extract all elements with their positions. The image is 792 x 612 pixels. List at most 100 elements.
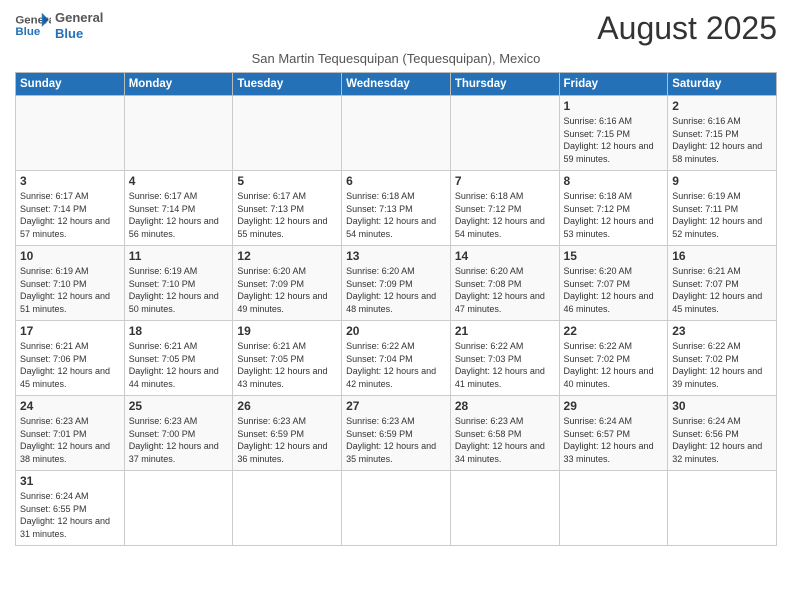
day-cell: 17Sunrise: 6:21 AM Sunset: 7:06 PM Dayli… bbox=[16, 321, 125, 396]
svg-text:Blue: Blue bbox=[15, 25, 40, 37]
day-number: 12 bbox=[237, 249, 337, 263]
day-number: 6 bbox=[346, 174, 446, 188]
day-info: Sunrise: 6:23 AM Sunset: 7:00 PM Dayligh… bbox=[129, 415, 229, 465]
day-number: 18 bbox=[129, 324, 229, 338]
day-info: Sunrise: 6:21 AM Sunset: 7:05 PM Dayligh… bbox=[129, 340, 229, 390]
day-number: 3 bbox=[20, 174, 120, 188]
day-info: Sunrise: 6:23 AM Sunset: 6:59 PM Dayligh… bbox=[346, 415, 446, 465]
week-row-1: 1 Sunrise: 6:16 AM Sunset: 7:15 PM Daylig… bbox=[16, 96, 777, 171]
day-cell: 6 Sunrise: 6:18 AM Sunset: 7:13 PM Daylig… bbox=[342, 171, 451, 246]
day-number: 16 bbox=[672, 249, 772, 263]
day-info: Sunrise: 6:22 AM Sunset: 7:03 PM Dayligh… bbox=[455, 340, 555, 390]
day-number: 23 bbox=[672, 324, 772, 338]
week-row-4: 17Sunrise: 6:21 AM Sunset: 7:06 PM Dayli… bbox=[16, 321, 777, 396]
day-cell bbox=[559, 471, 668, 546]
day-number: 21 bbox=[455, 324, 555, 338]
day-info: Sunrise: 6:19 AM Sunset: 7:11 PM Dayligh… bbox=[672, 190, 772, 240]
day-info: Sunrise: 6:22 AM Sunset: 7:02 PM Dayligh… bbox=[672, 340, 772, 390]
day-cell bbox=[124, 96, 233, 171]
day-cell: 28Sunrise: 6:23 AM Sunset: 6:58 PM Dayli… bbox=[450, 396, 559, 471]
day-number: 25 bbox=[129, 399, 229, 413]
day-cell: 20 Sunrise: 6:22 AM Sunset: 7:04 PM Dayli… bbox=[342, 321, 451, 396]
day-info: Sunrise: 6:20 AM Sunset: 7:09 PM Dayligh… bbox=[237, 265, 337, 315]
day-number: 24 bbox=[20, 399, 120, 413]
day-number: 1 bbox=[564, 99, 664, 113]
day-cell bbox=[342, 471, 451, 546]
logo-blue: Blue bbox=[55, 26, 103, 42]
day-info: Sunrise: 6:17 AM Sunset: 7:14 PM Dayligh… bbox=[20, 190, 120, 240]
day-info: Sunrise: 6:17 AM Sunset: 7:14 PM Dayligh… bbox=[129, 190, 229, 240]
day-info: Sunrise: 6:24 AM Sunset: 6:57 PM Dayligh… bbox=[564, 415, 664, 465]
day-cell: 30Sunrise: 6:24 AM Sunset: 6:56 PM Dayli… bbox=[668, 396, 777, 471]
day-number: 31 bbox=[20, 474, 120, 488]
weekday-wednesday: Wednesday bbox=[342, 73, 451, 96]
day-info: Sunrise: 6:18 AM Sunset: 7:12 PM Dayligh… bbox=[564, 190, 664, 240]
day-info: Sunrise: 6:23 AM Sunset: 6:59 PM Dayligh… bbox=[237, 415, 337, 465]
day-info: Sunrise: 6:21 AM Sunset: 7:06 PM Dayligh… bbox=[20, 340, 120, 390]
day-cell: 23 Sunrise: 6:22 AM Sunset: 7:02 PM Dayli… bbox=[668, 321, 777, 396]
day-info: Sunrise: 6:20 AM Sunset: 7:08 PM Dayligh… bbox=[455, 265, 555, 315]
day-cell bbox=[450, 471, 559, 546]
day-info: Sunrise: 6:23 AM Sunset: 7:01 PM Dayligh… bbox=[20, 415, 120, 465]
weekday-tuesday: Tuesday bbox=[233, 73, 342, 96]
day-number: 22 bbox=[564, 324, 664, 338]
weekday-header-row: SundayMondayTuesdayWednesdayThursdayFrid… bbox=[16, 73, 777, 96]
day-cell: 25 Sunrise: 6:23 AM Sunset: 7:00 PM Dayli… bbox=[124, 396, 233, 471]
day-number: 2 bbox=[672, 99, 772, 113]
day-info: Sunrise: 6:20 AM Sunset: 7:07 PM Dayligh… bbox=[564, 265, 664, 315]
day-cell: 18 Sunrise: 6:21 AM Sunset: 7:05 PM Dayli… bbox=[124, 321, 233, 396]
day-cell bbox=[342, 96, 451, 171]
weekday-sunday: Sunday bbox=[16, 73, 125, 96]
day-cell: 16 Sunrise: 6:21 AM Sunset: 7:07 PM Dayli… bbox=[668, 246, 777, 321]
day-cell: 1 Sunrise: 6:16 AM Sunset: 7:15 PM Daylig… bbox=[559, 96, 668, 171]
day-info: Sunrise: 6:17 AM Sunset: 7:13 PM Dayligh… bbox=[237, 190, 337, 240]
day-cell: 3 Sunrise: 6:17 AM Sunset: 7:14 PM Daylig… bbox=[16, 171, 125, 246]
day-cell: 12 Sunrise: 6:20 AM Sunset: 7:09 PM Dayli… bbox=[233, 246, 342, 321]
day-number: 26 bbox=[237, 399, 337, 413]
day-info: Sunrise: 6:21 AM Sunset: 7:07 PM Dayligh… bbox=[672, 265, 772, 315]
week-row-6: 31 Sunrise: 6:24 AM Sunset: 6:55 PM Dayli… bbox=[16, 471, 777, 546]
day-number: 10 bbox=[20, 249, 120, 263]
day-cell: 22 Sunrise: 6:22 AM Sunset: 7:02 PM Dayli… bbox=[559, 321, 668, 396]
day-info: Sunrise: 6:16 AM Sunset: 7:15 PM Dayligh… bbox=[672, 115, 772, 165]
day-cell: 13 Sunrise: 6:20 AM Sunset: 7:09 PM Dayli… bbox=[342, 246, 451, 321]
day-cell: 21 Sunrise: 6:22 AM Sunset: 7:03 PM Dayli… bbox=[450, 321, 559, 396]
day-info: Sunrise: 6:21 AM Sunset: 7:05 PM Dayligh… bbox=[237, 340, 337, 390]
day-info: Sunrise: 6:20 AM Sunset: 7:09 PM Dayligh… bbox=[346, 265, 446, 315]
day-cell: 7Sunrise: 6:18 AM Sunset: 7:12 PM Daylig… bbox=[450, 171, 559, 246]
day-cell: 24 Sunrise: 6:23 AM Sunset: 7:01 PM Dayli… bbox=[16, 396, 125, 471]
day-number: 30 bbox=[672, 399, 772, 413]
title-area: August 2025 bbox=[597, 10, 777, 47]
weekday-monday: Monday bbox=[124, 73, 233, 96]
day-number: 8 bbox=[564, 174, 664, 188]
day-number: 29 bbox=[564, 399, 664, 413]
day-info: Sunrise: 6:24 AM Sunset: 6:55 PM Dayligh… bbox=[20, 490, 120, 540]
day-number: 15 bbox=[564, 249, 664, 263]
day-info: Sunrise: 6:23 AM Sunset: 6:58 PM Dayligh… bbox=[455, 415, 555, 465]
day-cell: 19Sunrise: 6:21 AM Sunset: 7:05 PM Dayli… bbox=[233, 321, 342, 396]
day-number: 20 bbox=[346, 324, 446, 338]
day-cell: 26 Sunrise: 6:23 AM Sunset: 6:59 PM Dayli… bbox=[233, 396, 342, 471]
day-number: 4 bbox=[129, 174, 229, 188]
day-info: Sunrise: 6:19 AM Sunset: 7:10 PM Dayligh… bbox=[20, 265, 120, 315]
day-cell bbox=[668, 471, 777, 546]
day-cell: 15 Sunrise: 6:20 AM Sunset: 7:07 PM Dayli… bbox=[559, 246, 668, 321]
day-info: Sunrise: 6:18 AM Sunset: 7:13 PM Dayligh… bbox=[346, 190, 446, 240]
weekday-saturday: Saturday bbox=[668, 73, 777, 96]
logo-general: General bbox=[55, 10, 103, 26]
day-info: Sunrise: 6:22 AM Sunset: 7:04 PM Dayligh… bbox=[346, 340, 446, 390]
day-cell: 31 Sunrise: 6:24 AM Sunset: 6:55 PM Dayli… bbox=[16, 471, 125, 546]
day-info: Sunrise: 6:22 AM Sunset: 7:02 PM Dayligh… bbox=[564, 340, 664, 390]
day-number: 7 bbox=[455, 174, 555, 188]
day-number: 13 bbox=[346, 249, 446, 263]
day-cell bbox=[233, 471, 342, 546]
logo: General Blue General Blue bbox=[15, 10, 103, 41]
day-cell: 4 Sunrise: 6:17 AM Sunset: 7:14 PM Daylig… bbox=[124, 171, 233, 246]
day-cell bbox=[233, 96, 342, 171]
day-cell bbox=[450, 96, 559, 171]
week-row-5: 24 Sunrise: 6:23 AM Sunset: 7:01 PM Dayli… bbox=[16, 396, 777, 471]
day-info: Sunrise: 6:16 AM Sunset: 7:15 PM Dayligh… bbox=[564, 115, 664, 165]
weekday-friday: Friday bbox=[559, 73, 668, 96]
day-cell: 5Sunrise: 6:17 AM Sunset: 7:13 PM Daylig… bbox=[233, 171, 342, 246]
day-cell: 10 Sunrise: 6:19 AM Sunset: 7:10 PM Dayli… bbox=[16, 246, 125, 321]
